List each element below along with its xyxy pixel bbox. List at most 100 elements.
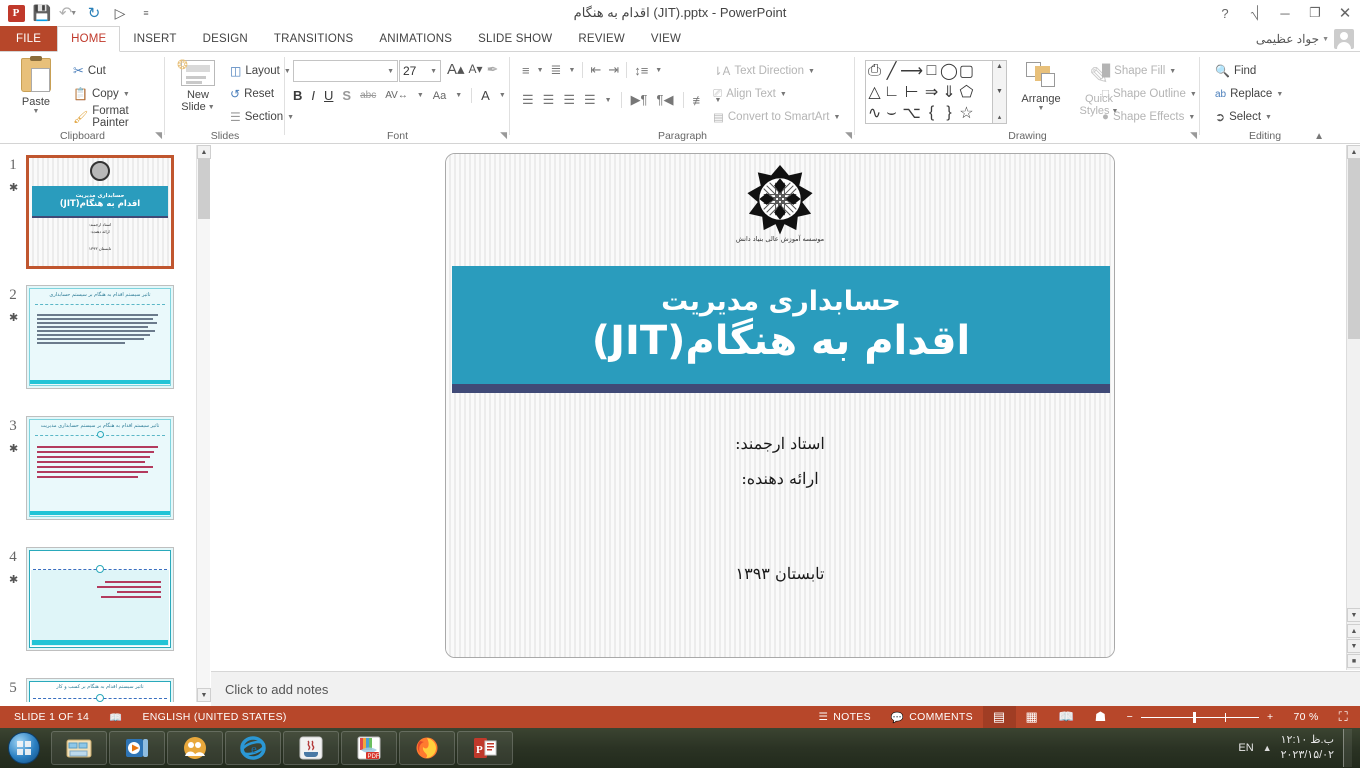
oval-shape-icon[interactable]: ◯ bbox=[940, 61, 958, 81]
spell-check-icon[interactable]: 📖 bbox=[99, 706, 132, 728]
previous-slide-icon[interactable]: ▲ bbox=[1347, 624, 1360, 638]
tab-review[interactable]: REVIEW bbox=[565, 26, 638, 51]
arrow-shape-icon[interactable]: ⟶ bbox=[900, 61, 923, 81]
ribbon-display-options-icon[interactable]: ⎷ bbox=[1240, 0, 1270, 26]
paste-chevron-down-icon[interactable]: ▼ bbox=[33, 108, 40, 115]
slide-body-line3[interactable]: تابستان ۱۳۹۳ bbox=[446, 564, 1114, 583]
line-shape-icon[interactable]: ╱ bbox=[887, 61, 897, 81]
thumbnail-scroll-thumb[interactable] bbox=[198, 159, 210, 219]
underline-button[interactable]: U bbox=[324, 88, 333, 103]
account-area[interactable]: جواد عظیمی ▼ bbox=[1256, 26, 1354, 52]
arrange-chevron-down-icon[interactable]: ▼ bbox=[1038, 105, 1045, 112]
shape-outline-button[interactable]: □ Shape Outline ▼ bbox=[1099, 83, 1200, 105]
stage-scroll-down-icon[interactable]: ▼ bbox=[1347, 608, 1360, 622]
arc-shape-icon[interactable]: ⌣ bbox=[886, 104, 897, 122]
shape-outline-chevron-down-icon[interactable]: ▼ bbox=[1190, 91, 1197, 98]
thumbnail-scroll-down-icon[interactable]: ▼ bbox=[197, 688, 211, 702]
close-icon[interactable]: ✕ bbox=[1330, 0, 1360, 26]
down-arrow-shape-icon[interactable]: ⇓ bbox=[942, 82, 955, 102]
star-shape-icon[interactable]: ☆ bbox=[959, 103, 973, 123]
tab-animations[interactable]: ANIMATIONS bbox=[366, 26, 465, 51]
current-slide[interactable]: موسسه آموزش عالی بنیاد دانش حسابداری مدی… bbox=[445, 153, 1115, 658]
align-right-icon[interactable]: ☰ bbox=[563, 92, 575, 108]
slide-title-banner[interactable]: حسابداری مدیریت اقدام به هنگام(JIT) bbox=[452, 266, 1110, 384]
elbow-shape-icon[interactable]: ⊢ bbox=[905, 82, 919, 102]
scribble-shape-icon[interactable]: ∿ bbox=[868, 103, 881, 123]
reading-view-button[interactable]: 📖 bbox=[1048, 706, 1085, 728]
font-color-button[interactable]: A bbox=[481, 88, 490, 103]
justify-icon[interactable]: ☰ bbox=[584, 92, 596, 108]
triangle-shape-icon[interactable]: △ bbox=[868, 82, 880, 102]
stage-scroll-up-icon[interactable]: ▲ bbox=[1347, 145, 1360, 159]
redo-icon[interactable]: ↻ bbox=[82, 2, 106, 24]
input-language[interactable]: EN bbox=[1238, 742, 1253, 754]
slide-counter[interactable]: SLIDE 1 OF 14 bbox=[0, 706, 99, 728]
replace-chevron-down-icon[interactable]: ▼ bbox=[1276, 91, 1283, 98]
align-text-chevron-down-icon[interactable]: ▼ bbox=[780, 91, 787, 98]
comments-toggle-button[interactable]: 💬 COMMENTS bbox=[881, 706, 983, 728]
taskbar-java[interactable] bbox=[283, 731, 339, 765]
new-slide-chevron-down-icon[interactable]: ▼ bbox=[208, 104, 215, 111]
align-text-button[interactable]: ⎚ Align Text ▼ bbox=[710, 83, 790, 105]
zoom-in-button[interactable]: + bbox=[1259, 711, 1273, 723]
start-button[interactable] bbox=[4, 730, 44, 766]
strikethrough-button[interactable]: abc bbox=[360, 90, 376, 101]
shapes-scroll-down-icon[interactable]: ▼ bbox=[996, 88, 1003, 95]
slide-stage-scrollbar[interactable]: ▲ ▼ ▲ ▼ ■ bbox=[1346, 145, 1360, 670]
convert-to-smartart-button[interactable]: ▤ Convert to SmartArt ▼ bbox=[710, 106, 843, 128]
find-button[interactable]: 🔍 Find bbox=[1212, 60, 1259, 82]
thumbnail-1[interactable]: 1 حسابداری مدیریت اقدام به هنگام(JIT) اس… bbox=[0, 155, 196, 269]
show-hidden-icons-chevron-up-icon[interactable]: ▲ bbox=[1263, 743, 1272, 753]
copy-button[interactable]: 📋 Copy ▼ bbox=[70, 83, 133, 105]
thumbnail-5[interactable]: 5 تاثیر سیستم اقدام به هنگام بر کسب و کا… bbox=[0, 678, 196, 702]
text-direction-chevron-down-icon[interactable]: ▼ bbox=[808, 68, 815, 75]
select-chevron-down-icon[interactable]: ▼ bbox=[1265, 114, 1272, 121]
change-case-chevron-down-icon[interactable]: ▼ bbox=[455, 92, 462, 99]
italic-button[interactable]: I bbox=[311, 88, 315, 103]
decrease-indent-icon[interactable]: ⇤ bbox=[590, 62, 601, 78]
smartart-chevron-down-icon[interactable]: ▼ bbox=[834, 114, 841, 121]
change-case-button[interactable]: Aa bbox=[433, 90, 446, 102]
help-icon[interactable]: ? bbox=[1210, 0, 1240, 26]
thumbnail-image[interactable]: تاثیر سیستم اقدام به هنگام بر سیستم حساب… bbox=[26, 416, 174, 520]
bullets-chevron-down-icon[interactable]: ▼ bbox=[537, 67, 544, 74]
shape-effects-chevron-down-icon[interactable]: ▼ bbox=[1188, 114, 1195, 121]
corner-shape-icon[interactable]: ∟ bbox=[884, 83, 900, 101]
reset-button[interactable]: ↺ Reset bbox=[227, 83, 277, 105]
ltr-text-direction-icon[interactable]: ▶¶ bbox=[631, 92, 648, 108]
cut-button[interactable]: ✂ Cut bbox=[70, 60, 109, 82]
textbox-shape-icon[interactable]: ⎙ bbox=[868, 62, 881, 80]
arrange-button[interactable]: Arrange ▼ bbox=[1015, 62, 1067, 112]
minimize-icon[interactable]: ─ bbox=[1270, 0, 1300, 26]
taskbar-internet-explorer[interactable]: e bbox=[225, 731, 281, 765]
thumbnail-2[interactable]: 2 تاثیر سیستم اقدام به هنگام بر سیستم حس… bbox=[0, 285, 196, 389]
tab-transitions[interactable]: TRANSITIONS bbox=[261, 26, 367, 51]
taskbar-media-player[interactable] bbox=[109, 731, 165, 765]
notes-toggle-button[interactable]: ☰ NOTES bbox=[809, 706, 881, 728]
shapes-gallery[interactable]: ⎙ ╱ ⟶ □ ◯ ▢ △ ∟ ⊢ ⇒ ⇓ ⬠ ∿ ⌣ ⌥ bbox=[865, 60, 993, 124]
align-left-icon[interactable]: ☰ bbox=[522, 92, 534, 108]
tab-home[interactable]: HOME bbox=[57, 26, 120, 52]
taskbar-file-explorer[interactable] bbox=[51, 731, 107, 765]
shape-effects-button[interactable]: ● Shape Effects ▼ bbox=[1099, 106, 1198, 128]
zoom-slider[interactable]: − + bbox=[1117, 706, 1284, 728]
stage-scroll-thumb[interactable] bbox=[1348, 159, 1360, 339]
normal-view-button[interactable]: ▤ bbox=[983, 706, 1016, 728]
font-size-chevron-down-icon[interactable]: ▼ bbox=[430, 68, 437, 75]
account-chevron-down-icon[interactable]: ▼ bbox=[1322, 36, 1329, 43]
align-center-icon[interactable]: ☰ bbox=[543, 92, 555, 108]
thumbnail-scroll-up-icon[interactable]: ▲ bbox=[197, 145, 211, 159]
bold-button[interactable]: B bbox=[293, 88, 302, 103]
font-name-chevron-down-icon[interactable]: ▼ bbox=[387, 68, 394, 75]
tab-slide-show[interactable]: SLIDE SHOW bbox=[465, 26, 565, 51]
zoom-level[interactable]: 70 % bbox=[1283, 706, 1328, 728]
clipboard-dialog-launcher-icon[interactable]: ◥ bbox=[155, 130, 162, 141]
text-direction-button[interactable]: ⇂A Text Direction ▼ bbox=[710, 60, 818, 82]
shape-fill-chevron-down-icon[interactable]: ▼ bbox=[1169, 68, 1176, 75]
format-painter-button[interactable]: 🖌 Format Painter bbox=[70, 106, 165, 128]
slide-sorter-view-button[interactable]: ▦ bbox=[1016, 706, 1049, 728]
start-slideshow-icon[interactable]: ▷ bbox=[108, 2, 132, 24]
zoom-track[interactable] bbox=[1141, 717, 1259, 718]
increase-font-size-icon[interactable]: A▴ bbox=[447, 60, 465, 78]
shape-fill-button[interactable]: █ Shape Fill ▼ bbox=[1099, 60, 1179, 82]
